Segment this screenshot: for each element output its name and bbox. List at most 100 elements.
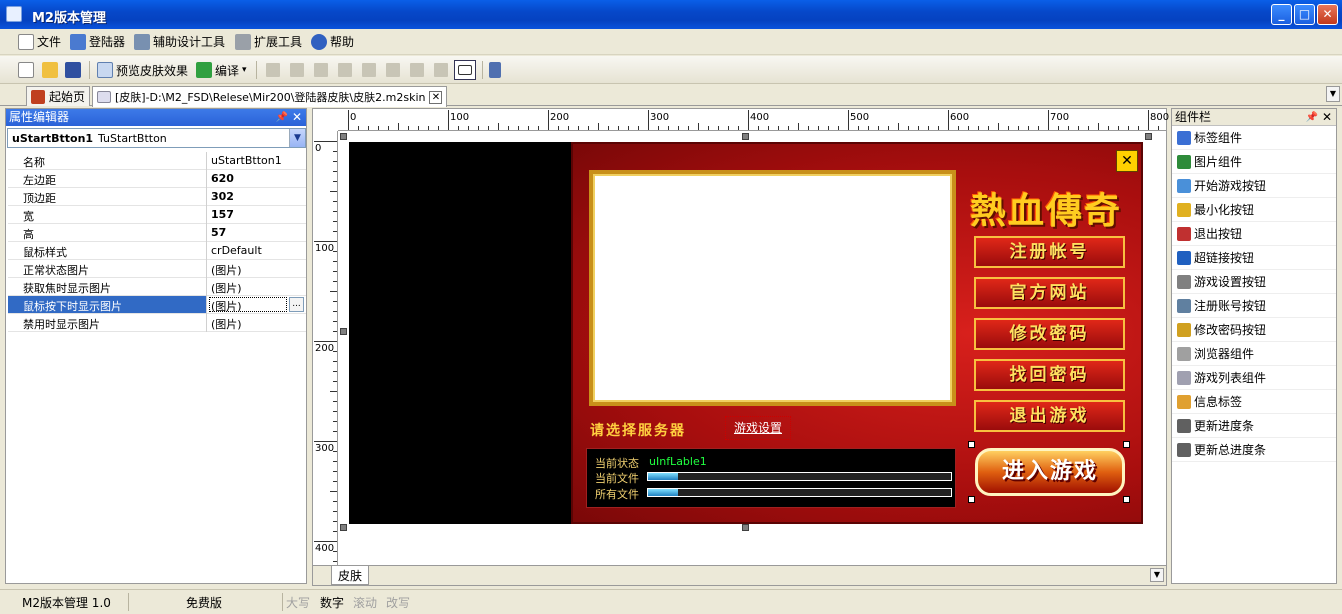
- launcher-skin-preview[interactable]: ✕ 熱血傳奇 注册帐号 官方网站 修改密码 找回密码 退出游戏 请选择服务器 游…: [571, 142, 1143, 524]
- ruler-tick: [333, 511, 337, 512]
- property-key: 宽: [23, 210, 34, 223]
- skin-enter-game-button[interactable]: 进入游戏: [975, 448, 1125, 496]
- selection-handle[interactable]: [742, 133, 749, 140]
- ruler-label: 300: [650, 112, 670, 123]
- tab-skin[interactable]: 皮肤: [331, 566, 370, 585]
- menu-design-tools[interactable]: 辅助设计工具: [134, 33, 225, 51]
- align-middle-icon[interactable]: [290, 63, 304, 77]
- skin-settings-link[interactable]: 游戏设置: [725, 416, 791, 440]
- ellipsis-button[interactable]: ...: [289, 297, 304, 312]
- ruler-tick: [333, 551, 337, 552]
- selection-handle[interactable]: [742, 524, 749, 531]
- open-button[interactable]: [42, 60, 58, 80]
- skin-change-password-button[interactable]: 修改密码: [974, 318, 1125, 350]
- selection-handle[interactable]: [1145, 133, 1152, 140]
- property-row[interactable]: 高 57: [8, 224, 306, 242]
- tab-scroll-button[interactable]: ▼: [1326, 86, 1340, 102]
- selection-handle[interactable]: [968, 496, 975, 503]
- component-item[interactable]: 最小化按钮: [1172, 198, 1336, 222]
- selection-handle[interactable]: [340, 524, 347, 531]
- property-value[interactable]: 302: [211, 190, 301, 203]
- skin-register-button[interactable]: 注册帐号: [974, 236, 1125, 268]
- property-row[interactable]: 鼠标样式 crDefault: [8, 242, 306, 260]
- selection-handle[interactable]: [1123, 496, 1130, 503]
- component-item[interactable]: 开始游戏按钮: [1172, 174, 1336, 198]
- close-icon[interactable]: ✕: [292, 109, 302, 126]
- property-value[interactable]: (图片): [211, 316, 301, 332]
- minimize-button[interactable]: _: [1271, 4, 1292, 25]
- same-height-icon[interactable]: [434, 63, 448, 77]
- property-value[interactable]: (图片): [209, 297, 287, 313]
- skin-web-frame[interactable]: [589, 170, 956, 406]
- selection-handle[interactable]: [1123, 441, 1130, 448]
- tab-start-page[interactable]: 起始页: [26, 86, 91, 106]
- close-button[interactable]: ✕: [1317, 4, 1338, 25]
- selection-handle[interactable]: [340, 328, 347, 335]
- menu-extensions[interactable]: 扩展工具: [235, 33, 302, 51]
- property-value[interactable]: uStartBtton1: [211, 154, 301, 167]
- component-item[interactable]: 修改密码按钮: [1172, 318, 1336, 342]
- component-item[interactable]: 标签组件: [1172, 126, 1336, 150]
- property-value[interactable]: (图片): [211, 262, 301, 278]
- menu-launcher[interactable]: 登陆器: [70, 33, 125, 51]
- new-button[interactable]: [18, 60, 34, 80]
- component-item[interactable]: 更新进度条: [1172, 414, 1336, 438]
- object-selector[interactable]: uStartBtton1 TuStartBtton ▼: [7, 128, 306, 148]
- property-row[interactable]: 宽 157: [8, 206, 306, 224]
- property-row[interactable]: 鼠标按下时显示图片 (图片)...: [8, 296, 306, 314]
- skin-background-area[interactable]: [349, 142, 571, 524]
- property-row[interactable]: 左边距 620: [8, 170, 306, 188]
- distribute-icon[interactable]: [386, 63, 400, 77]
- align-top-icon[interactable]: [266, 63, 280, 77]
- component-item[interactable]: 退出按钮: [1172, 222, 1336, 246]
- grid-toggle-button[interactable]: [454, 60, 476, 80]
- property-value[interactable]: 157: [211, 208, 301, 221]
- menu-file[interactable]: 文件: [18, 33, 61, 51]
- component-item[interactable]: 游戏设置按钮: [1172, 270, 1336, 294]
- layout-button[interactable]: [489, 60, 501, 80]
- scroll-button[interactable]: ▼: [1150, 568, 1164, 582]
- close-icon[interactable]: ✕: [1322, 109, 1332, 126]
- design-canvas[interactable]: ✕ 熱血傳奇 注册帐号 官方网站 修改密码 找回密码 退出游戏 请选择服务器 游…: [339, 132, 1166, 564]
- skin-website-button[interactable]: 官方网站: [974, 277, 1125, 309]
- preview-skin-button[interactable]: 预览皮肤效果: [97, 60, 188, 80]
- tab-close-icon[interactable]: ✕: [429, 90, 443, 104]
- component-item[interactable]: 超链接按钮: [1172, 246, 1336, 270]
- selection-handle[interactable]: [340, 133, 347, 140]
- skin-recover-password-button[interactable]: 找回密码: [974, 359, 1125, 391]
- align-right-icon[interactable]: [338, 63, 352, 77]
- component-item[interactable]: 更新总进度条: [1172, 438, 1336, 462]
- window-titlebar[interactable]: M2版本管理 _ □ ✕: [0, 0, 1342, 29]
- component-item[interactable]: 游戏列表组件: [1172, 366, 1336, 390]
- skin-exit-button[interactable]: 退出游戏: [974, 400, 1125, 432]
- tab-skin-document[interactable]: [皮肤]-D:\M2_FSD\Relese\Mir200\登陆器皮肤\皮肤2.m…: [92, 86, 448, 107]
- compile-dropdown-arrow[interactable]: ▾: [242, 65, 247, 75]
- pin-icon[interactable]: 📌: [1306, 109, 1318, 126]
- menu-help[interactable]: 帮助: [311, 33, 354, 51]
- compile-button[interactable]: 编译 ▾: [196, 60, 247, 80]
- component-icon: [1177, 202, 1191, 217]
- component-item[interactable]: 注册账号按钮: [1172, 294, 1336, 318]
- property-value[interactable]: 57: [211, 226, 301, 239]
- property-value[interactable]: 620: [211, 172, 301, 185]
- selection-handle[interactable]: [968, 441, 975, 448]
- property-row[interactable]: 正常状态图片 (图片): [8, 260, 306, 278]
- pin-icon[interactable]: 📌: [276, 109, 288, 126]
- property-row[interactable]: 名称 uStartBtton1: [8, 152, 306, 170]
- property-value[interactable]: (图片): [211, 280, 301, 296]
- property-row[interactable]: 顶边距 302: [8, 188, 306, 206]
- align-left-icon[interactable]: [314, 63, 328, 77]
- align-center-icon[interactable]: [362, 63, 376, 77]
- component-item[interactable]: 信息标签: [1172, 390, 1336, 414]
- save-button[interactable]: [65, 60, 81, 80]
- property-row[interactable]: 获取焦时显示图片 (图片): [8, 278, 306, 296]
- property-row[interactable]: 禁用时显示图片 (图片): [8, 314, 306, 332]
- component-item[interactable]: 浏览器组件: [1172, 342, 1336, 366]
- same-width-icon[interactable]: [410, 63, 424, 77]
- maximize-button[interactable]: □: [1294, 4, 1315, 25]
- skin-close-button[interactable]: ✕: [1116, 150, 1138, 172]
- ruler-tick: [878, 126, 879, 130]
- chevron-down-icon[interactable]: ▼: [289, 129, 305, 147]
- component-item[interactable]: 图片组件: [1172, 150, 1336, 174]
- property-value[interactable]: crDefault: [211, 244, 301, 257]
